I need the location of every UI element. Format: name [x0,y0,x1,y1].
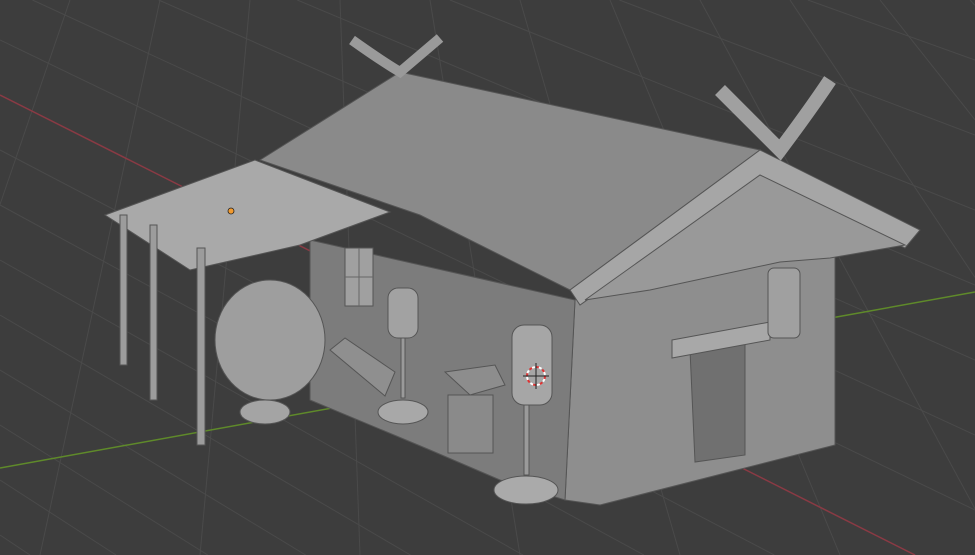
bucket [239,399,291,425]
grid-line [879,0,975,121]
grid-line [807,0,975,61]
grid-line [0,479,117,555]
armor-stand-pole [523,404,530,476]
armor-stand-pole [400,337,406,399]
roof-finial-back [349,34,444,79]
armor-stand [511,324,553,406]
scene [0,0,975,555]
stump [447,394,494,454]
armor-stand [387,287,419,339]
door [689,339,746,463]
awning-pole [196,247,206,446]
roof-finial-front [715,76,836,161]
blacksmith-house-model [103,34,921,506]
sack-pile [214,279,326,401]
armor-stand-base [377,399,429,425]
grid-line [0,534,31,555]
grid-line [0,0,71,205]
origin-dot-icon[interactable] [227,207,235,215]
3d-viewport[interactable] [0,0,975,555]
armor-stand-base [493,475,559,505]
awning-pole [149,224,158,401]
grid-line [199,0,251,555]
hanging-sign [767,267,801,339]
awning-pole [119,214,128,366]
grid-line [619,0,975,136]
grid-line [969,0,975,6]
grid-line [39,0,161,555]
grid-line [0,424,209,555]
